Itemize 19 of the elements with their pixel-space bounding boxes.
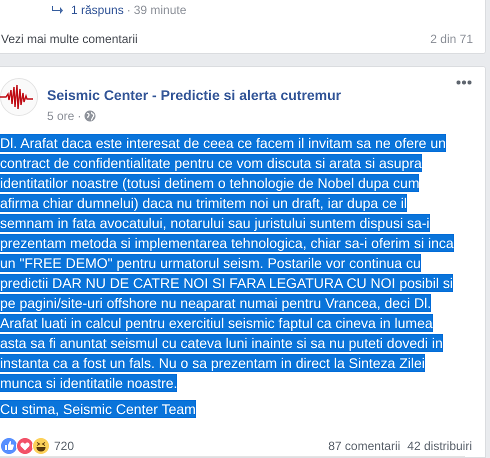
globe-icon	[84, 110, 96, 122]
post-time[interactable]: 5 ore	[47, 109, 74, 123]
comments-link[interactable]: 87 comentarii	[328, 439, 400, 453]
comment-counter: 2 din 71	[430, 32, 473, 46]
reply-time: 39 minute	[134, 3, 186, 17]
post-text: Dl. Arafat daca este interesat de ceea ce facem il invitam sa ne ofere un contract de confidentialitate pentru ce vom discuta si arata si asupra identitatilor noastre (totusi detinem o tehnologie de Nobel dupa cum afirma chiar dumnelui) daca nu trimitem noi un draft, iar dupa ce il semnam in fata avocatului, notarului sau juristului suntem dispusi sa-i prezentam metoda si implementarea tehnologica, chiar sa-i oferim si inca un "FREE DEMO" pentru urmatorul seism. Postarile vor continua cu predictii DAR NU DE CATRE NOI SI FARA LEGATURA CU NOI posibil si pe pagini/site-uri offshore nu neaparat numai pentru Vrancea, deci Dl. Arafat luati in calcul pentru exercitiul seismic faptul ca cineva in lumea asta sa fi anuntat seismul cu cateva luni inainte si sa nu puteti dovedi in instanta ca a fost un fals. Nu o sa prezentam in direct la Sinteza Zilei munca si identitatile noastre.	[0, 133, 455, 393]
more-comments-link[interactable]: Vezi mai multe comentarii	[1, 32, 138, 46]
separator-dot: ·	[77, 109, 82, 123]
more-options-icon[interactable]	[456, 80, 472, 85]
replies-link[interactable]: 1 răspuns	[71, 3, 124, 17]
page-avatar[interactable]	[0, 78, 38, 116]
shares-link[interactable]: 42 distribuiri	[407, 439, 472, 453]
haha-reaction-icon[interactable]	[32, 437, 50, 455]
like-reaction-icon[interactable]	[0, 437, 18, 455]
post-text: Cu stima, Seismic Center Team	[0, 399, 197, 419]
separator-dot: ·	[126, 3, 131, 17]
page-name[interactable]: Seismic Center - Predictie si alerta cutremur	[47, 87, 342, 103]
reply-arrow-icon	[52, 6, 63, 14]
reaction-count[interactable]: 720	[54, 439, 74, 453]
